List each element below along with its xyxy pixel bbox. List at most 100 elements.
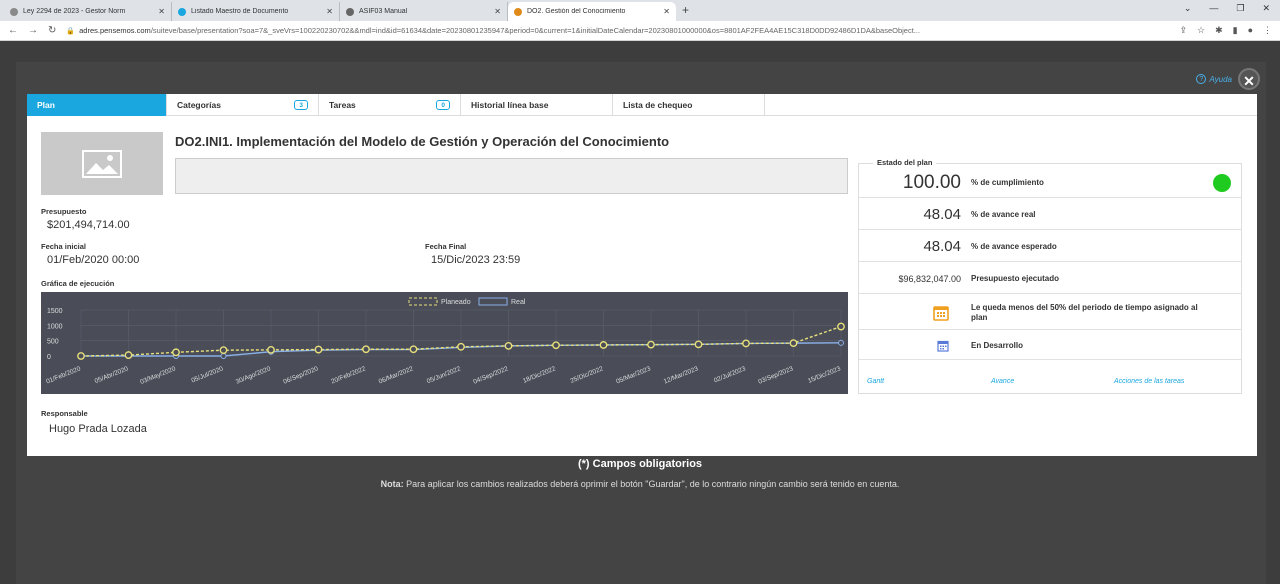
menu-icon[interactable]: ⋮ xyxy=(1263,25,1272,36)
data-point-planeado xyxy=(694,340,703,349)
data-point-planeado xyxy=(219,346,228,355)
data-point-planeado xyxy=(409,345,418,354)
plan-image-placeholder[interactable] xyxy=(41,132,163,195)
acciones-tareas-link[interactable]: Acciones de las tareas xyxy=(1114,378,1184,385)
fecha-final-label: Fecha Final xyxy=(425,242,467,251)
favicon-icon xyxy=(346,7,354,16)
x-tick-label: 05/Mar/2023 xyxy=(615,365,652,385)
avance-link[interactable]: Avance xyxy=(991,378,1014,385)
x-tick-label: 06/Sep/2020 xyxy=(282,365,319,385)
profile-icon[interactable]: ● xyxy=(1248,25,1253,36)
data-point-planeado xyxy=(77,352,85,360)
avance-esperado-row: 48.04 % de avance esperado xyxy=(859,232,1241,262)
url-host: adres.pensemos.com xyxy=(79,26,151,35)
responsable-value: Hugo Prada Lozada xyxy=(49,423,147,435)
reload-icon[interactable]: ↻ xyxy=(48,25,56,36)
data-point-planeado xyxy=(504,341,513,350)
legend-label: Planeado xyxy=(441,299,471,306)
calendar-warning-icon xyxy=(859,305,971,321)
plan-tabs: Plan Categorías 3 Tareas 0 Historial línea… xyxy=(27,94,1257,116)
legend-swatch-planeado xyxy=(408,297,438,306)
y-tick-label: 500 xyxy=(47,339,59,346)
legend-label: Real xyxy=(511,299,526,306)
status-indicator xyxy=(1213,173,1231,192)
close-tab-icon[interactable]: ✕ xyxy=(494,7,501,16)
back-icon[interactable]: ← xyxy=(8,25,18,36)
url-field[interactable]: 🔒 adres.pensemos.com /suiteve/base/prese… xyxy=(66,23,1171,38)
modal-help-bar: ? Ayuda ✕ xyxy=(1196,68,1260,90)
tab-label: Tareas xyxy=(329,100,356,110)
close-modal-button[interactable]: ✕ xyxy=(1238,68,1260,90)
data-point-planeado xyxy=(742,339,750,348)
tab-categorias[interactable]: Categorías 3 xyxy=(167,94,319,116)
browser-tab-bar: Ley 2294 de 2023 - Gestor Norm ✕ Listado… xyxy=(0,0,1280,21)
window-controls: ⌄ — ❐ ✕ xyxy=(1184,3,1270,14)
presupuesto-value: $201,494,714.00 xyxy=(47,219,130,231)
close-tab-icon[interactable]: ✕ xyxy=(326,7,333,16)
bookmark-star-icon[interactable]: ☆ xyxy=(1197,25,1205,36)
window-close-icon[interactable]: ✕ xyxy=(1262,3,1270,14)
data-point-planeado xyxy=(647,340,655,349)
browser-tab-title: DO2. Gestión del Conocimiento xyxy=(527,8,626,15)
gantt-link[interactable]: Gantt xyxy=(867,378,884,385)
close-tab-icon[interactable]: ✕ xyxy=(158,7,165,16)
x-tick-label: 30/Ago/2020 xyxy=(235,365,272,385)
data-point-planeado xyxy=(837,322,845,331)
data-point-real xyxy=(220,353,227,359)
avance-esperado-value: 48.04 xyxy=(923,238,961,255)
grafica-label: Gráfica de ejecución xyxy=(41,279,115,288)
y-tick-label: 1500 xyxy=(47,308,63,315)
tab-search-icon[interactable]: ⌄ xyxy=(1184,3,1192,14)
tab-historial[interactable]: Historial línea base xyxy=(461,94,613,116)
tab-label: Lista de chequeo xyxy=(623,100,693,110)
share-icon[interactable]: ⇪ xyxy=(1179,25,1187,36)
x-tick-label: 04/Sep/2022 xyxy=(472,365,509,385)
sidepanel-icon[interactable]: ▮ xyxy=(1233,25,1238,36)
x-tick-label: 05/Abr/2020 xyxy=(94,365,130,385)
x-tick-label: 15/Dic/2023 xyxy=(807,365,842,385)
data-point-planeado xyxy=(599,341,608,349)
tab-tareas[interactable]: Tareas 0 xyxy=(319,94,461,116)
browser-tab-title: ASIF03 Manual xyxy=(359,8,408,15)
legend-swatch-real xyxy=(478,297,508,306)
new-tab-icon[interactable]: + xyxy=(682,2,689,21)
browser-tab[interactable]: Listado Maestro de Documento ✕ xyxy=(172,2,340,21)
note-prefix: Nota: xyxy=(380,479,404,489)
forward-icon[interactable]: → xyxy=(28,25,38,36)
x-tick-label: 20/Feb/2022 xyxy=(330,365,367,385)
description-textarea[interactable] xyxy=(175,158,848,194)
calendar-icon xyxy=(859,340,971,352)
tab-lista-chequeo[interactable]: Lista de chequeo xyxy=(613,94,765,116)
favicon-icon xyxy=(514,7,522,16)
data-point-planeado xyxy=(362,345,370,354)
close-tab-icon[interactable]: ✕ xyxy=(663,7,670,16)
image-icon xyxy=(82,149,122,178)
note-text: Para aplicar los cambios realizados debe… xyxy=(406,479,900,489)
periodo-message: Le queda menos del 50% del periodo de ti… xyxy=(971,302,1198,322)
restore-icon[interactable]: ❐ xyxy=(1236,3,1244,14)
responsable-label: Responsable xyxy=(41,409,88,418)
extensions-icon[interactable]: ✱ xyxy=(1215,25,1223,36)
presupuesto-ejecutado-row: $96,832,047.00 Presupuesto ejecutado xyxy=(859,264,1241,294)
tab-plan[interactable]: Plan xyxy=(27,94,167,116)
browser-tab[interactable]: Ley 2294 de 2023 - Gestor Norm ✕ xyxy=(4,2,172,21)
minimize-icon[interactable]: — xyxy=(1209,3,1218,14)
plan-title: DO2.INI1. Implementación del Modelo de G… xyxy=(175,134,670,149)
presupuesto-ejecutado-value: $96,832,047.00 xyxy=(898,273,961,284)
estado-text: En Desarrollo xyxy=(971,341,1024,350)
x-tick-label: 18/Dic/2022 xyxy=(522,365,557,385)
estado-row: En Desarrollo xyxy=(859,332,1241,360)
data-point-planeado xyxy=(314,345,323,354)
help-label: Ayuda xyxy=(1209,74,1232,84)
browser-tab-title: Ley 2294 de 2023 - Gestor Norm xyxy=(23,8,126,15)
footer-note: Nota: Para aplicar los cambios realizado… xyxy=(370,478,910,490)
fecha-inicial-label: Fecha inicial xyxy=(41,242,87,251)
avance-real-row: 48.04 % de avance real xyxy=(859,200,1241,230)
tab-count-badge: 0 xyxy=(436,100,450,110)
tab-count-badge: 3 xyxy=(294,100,308,110)
browser-tab-active[interactable]: DO2. Gestión del Conocimiento ✕ xyxy=(508,2,676,21)
fecha-inicial-value: 01/Feb/2020 00:00 xyxy=(47,254,140,266)
help-link[interactable]: ? Ayuda xyxy=(1196,74,1232,84)
browser-tab[interactable]: ASIF03 Manual ✕ xyxy=(340,2,508,21)
lock-icon: 🔒 xyxy=(66,27,76,35)
